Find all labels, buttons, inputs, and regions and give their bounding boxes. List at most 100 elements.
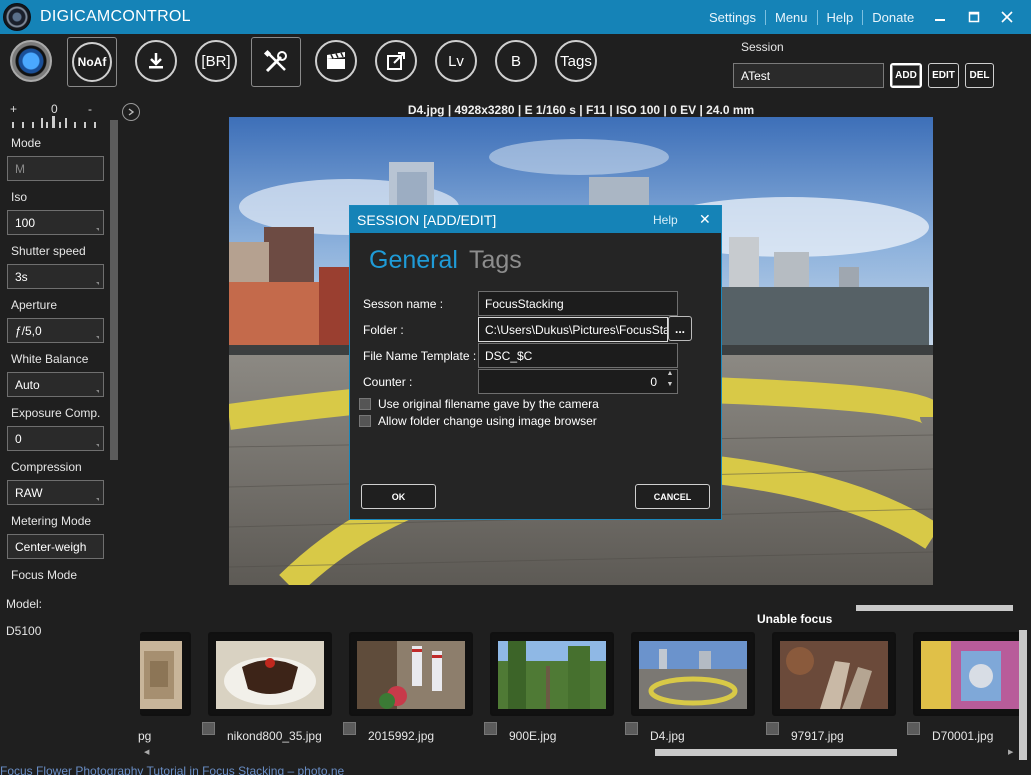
tools-button[interactable] <box>251 37 301 87</box>
thumbnail-0[interactable] <box>140 632 191 716</box>
folder-input[interactable]: C:\Users\Dukus\Pictures\FocusStac <box>478 317 668 342</box>
close-icon[interactable] <box>990 0 1024 34</box>
thumbnail-1-checkbox[interactable] <box>202 722 215 735</box>
session-delete-button[interactable]: DEL <box>965 63 994 88</box>
session-edit-button[interactable]: EDIT <box>928 63 959 88</box>
movie-button[interactable] <box>315 40 357 82</box>
folder-change-option[interactable]: Allow folder change using image browser <box>359 414 597 428</box>
thumbnail-3-name: 900E.jpg <box>509 729 557 743</box>
focus-progress-bar <box>856 605 1013 611</box>
exposure-comp-label: Exposure Comp. <box>11 406 101 420</box>
top-menu: Settings Menu Help Donate <box>700 0 923 34</box>
stepper-up-icon[interactable]: ▲ <box>663 368 677 379</box>
image-info: D4.jpg | 4928x3280 | E 1/160 s | F11 | I… <box>407 103 755 117</box>
open-external-button[interactable] <box>375 40 417 82</box>
exposure-comp-select[interactable]: 0 <box>7 426 104 451</box>
thumbnail-4-checkbox[interactable] <box>625 722 638 735</box>
folder-change-label: Allow folder change using image browser <box>378 414 597 428</box>
title-bar: DIGICAMCONTROL Settings Menu Help Donate <box>0 0 1031 34</box>
dialog-title-bar: SESSION [ADD/EDIT] Help ✕ <box>350 206 721 233</box>
aperture-label: Aperture <box>11 298 58 312</box>
shutter-label: Shutter speed <box>11 244 86 258</box>
thumbnail-3-checkbox[interactable] <box>484 722 497 735</box>
ev-zero: 0 <box>51 102 58 116</box>
menu-settings[interactable]: Settings <box>700 9 766 25</box>
bulb-button[interactable]: B <box>495 40 537 82</box>
thumbnail-2[interactable] <box>349 632 473 716</box>
collapse-panel-icon[interactable] <box>122 103 140 121</box>
white-balance-select[interactable]: Auto <box>7 372 104 397</box>
browse-folder-button[interactable]: ... <box>668 316 692 341</box>
thumbnail-3[interactable] <box>490 632 614 716</box>
cancel-button[interactable]: CANCEL <box>635 484 710 509</box>
original-filename-option[interactable]: Use original filename gave by the camera <box>359 397 599 411</box>
thumbnail-image <box>357 641 465 709</box>
download-button[interactable] <box>135 40 177 82</box>
thumbnail-vertical-scrollbar[interactable] <box>1019 630 1027 760</box>
maximize-icon[interactable] <box>957 0 991 34</box>
session-dialog: SESSION [ADD/EDIT] Help ✕ General Tags S… <box>349 205 722 520</box>
noaf-label: NoAf <box>72 42 112 82</box>
liveview-label: Lv <box>448 52 464 70</box>
menu-menu[interactable]: Menu <box>766 9 818 25</box>
dialog-help-link[interactable]: Help <box>653 213 678 227</box>
session-name-input[interactable]: FocusStacking <box>478 291 678 316</box>
aperture-select[interactable]: ƒ/5,0 <box>7 318 104 343</box>
original-filename-label: Use original filename gave by the camera <box>378 397 599 411</box>
counter-stepper[interactable]: ▲ ▼ <box>663 368 677 392</box>
minimize-icon[interactable] <box>923 0 957 34</box>
thumbnail-0-name: pg <box>138 729 152 743</box>
thumbnail-6-name: D70001.jpg <box>932 729 994 743</box>
original-filename-checkbox[interactable] <box>359 398 371 410</box>
white-balance-label: White Balance <box>11 352 89 366</box>
thumbnail-2-checkbox[interactable] <box>343 722 356 735</box>
session-select[interactable]: ATest <box>733 63 884 88</box>
tab-tags[interactable]: Tags <box>469 246 522 275</box>
chevron-down-icon <box>96 390 99 393</box>
exposure-scale: + 0 - <box>10 102 98 128</box>
mode-field[interactable]: M <box>7 156 104 181</box>
capture-lens-button[interactable] <box>10 40 52 82</box>
shutter-select[interactable]: 3s <box>7 264 104 289</box>
noaf-capture-button[interactable]: NoAf <box>67 37 117 87</box>
folder-change-checkbox[interactable] <box>359 415 371 427</box>
iso-select[interactable]: 100 <box>7 210 104 235</box>
chevron-down-icon <box>96 228 99 231</box>
bracketing-button[interactable]: [BR] <box>195 40 237 82</box>
focus-mode-label: Focus Mode <box>11 568 78 582</box>
thumbnail-scrollbar[interactable] <box>655 749 897 756</box>
clapperboard-icon <box>327 52 345 69</box>
thumbnail-4[interactable] <box>631 632 755 716</box>
dialog-close-icon[interactable]: ✕ <box>699 211 711 228</box>
metering-select[interactable]: Center-weigh <box>7 534 104 559</box>
template-input[interactable]: DSC_$C <box>478 343 678 368</box>
chevron-down-icon <box>96 498 99 501</box>
background-window-text: Focus Flower Photography Tutorial in Foc… <box>0 766 345 775</box>
compression-select[interactable]: RAW <box>7 480 104 505</box>
thumbnail-1[interactable] <box>208 632 332 716</box>
external-link-icon <box>387 52 405 70</box>
left-panel-scrollbar[interactable] <box>110 120 118 460</box>
thumbnail-image <box>639 641 747 709</box>
thumbnail-image <box>780 641 888 709</box>
thumbnail-6-checkbox[interactable] <box>907 722 920 735</box>
thumbnail-5[interactable] <box>772 632 896 716</box>
thumbnail-5-checkbox[interactable] <box>766 722 779 735</box>
stepper-down-icon[interactable]: ▼ <box>663 379 677 390</box>
tab-general[interactable]: General <box>369 246 458 275</box>
liveview-button[interactable]: Lv <box>435 40 477 82</box>
thumbnail-6[interactable] <box>913 632 1025 716</box>
tags-button[interactable]: Tags <box>555 40 597 82</box>
focus-status: Unable focus <box>757 612 833 626</box>
dialog-title: SESSION [ADD/EDIT] <box>357 212 497 228</box>
ok-button[interactable]: OK <box>361 484 436 509</box>
scroll-right-icon[interactable]: ▶ <box>1008 748 1013 756</box>
menu-help[interactable]: Help <box>818 9 864 25</box>
ev-ticks <box>12 116 96 128</box>
scroll-left-icon[interactable]: ◀ <box>144 748 149 756</box>
counter-input[interactable]: 0 <box>478 369 678 394</box>
ev-plus: + <box>10 102 18 116</box>
menu-donate[interactable]: Donate <box>863 10 923 25</box>
session-add-button[interactable]: ADD <box>890 63 922 88</box>
iso-label: Iso <box>11 190 28 204</box>
